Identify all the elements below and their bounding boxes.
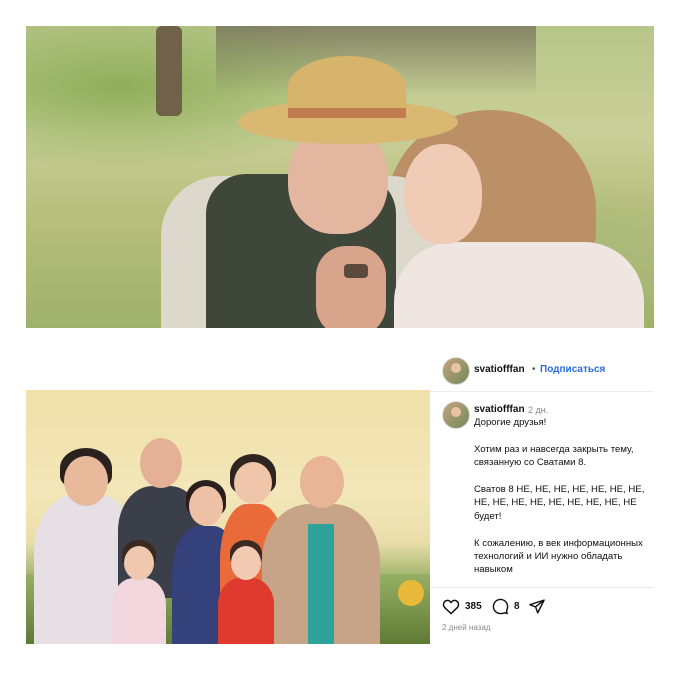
comment-bubble-icon — [492, 598, 509, 614]
like-button[interactable]: 385 — [442, 597, 482, 615]
comment-count: 8 — [514, 600, 520, 612]
comment-button[interactable]: 8 — [492, 597, 520, 615]
man-arm — [316, 246, 386, 328]
caption-paragraph: Сватов 8 НЕ, НЕ, НЕ, НЕ, НЕ, НЕ, НЕ, НЕ,… — [474, 484, 645, 522]
wristwatch — [344, 264, 368, 278]
post-caption: Дорогие друзья! Хотим раз и навсегда зак… — [474, 416, 652, 577]
comment-avatar[interactable] — [442, 401, 470, 429]
share-button[interactable] — [528, 597, 546, 615]
like-count: 385 — [465, 600, 482, 612]
instagram-post-panel: svatiofffan • Подписаться svatiofffan 2 … — [430, 349, 654, 644]
sunflower — [398, 580, 424, 606]
straw-hat-band — [288, 108, 406, 118]
separator-dot: • — [532, 364, 536, 375]
person-man-beige-jacket — [262, 456, 380, 644]
caption-paragraph: Хотим раз и навсегда закрыть тему, связа… — [474, 443, 634, 469]
avatar[interactable] — [442, 357, 470, 385]
post-date: 2 дней назад — [442, 623, 491, 632]
woman-shirt — [394, 242, 644, 328]
woman-face — [404, 144, 482, 244]
caption-paragraph: К сожалению, в век информационных технол… — [474, 537, 643, 576]
straw-hat-crown-front — [288, 60, 406, 112]
comment-username[interactable]: svatiofffan — [474, 404, 525, 415]
post-header: svatiofffan • Подписаться — [430, 349, 654, 392]
send-arrow-icon — [529, 598, 545, 614]
person-child-boy — [112, 540, 166, 644]
post-actions-bar: 385 8 — [430, 587, 654, 622]
heart-icon — [442, 599, 460, 614]
person-child-girl — [218, 540, 274, 644]
post-username[interactable]: svatiofffan — [474, 364, 525, 375]
follow-button[interactable]: Подписаться — [540, 364, 605, 375]
comment-time: 2 дн. — [528, 405, 549, 415]
top-photo-man-in-straw-hat-and-woman — [26, 26, 654, 328]
tree-trunk — [156, 26, 182, 116]
bottom-photo-family-group — [26, 390, 430, 644]
caption-paragraph: Дорогие друзья! — [474, 417, 547, 428]
